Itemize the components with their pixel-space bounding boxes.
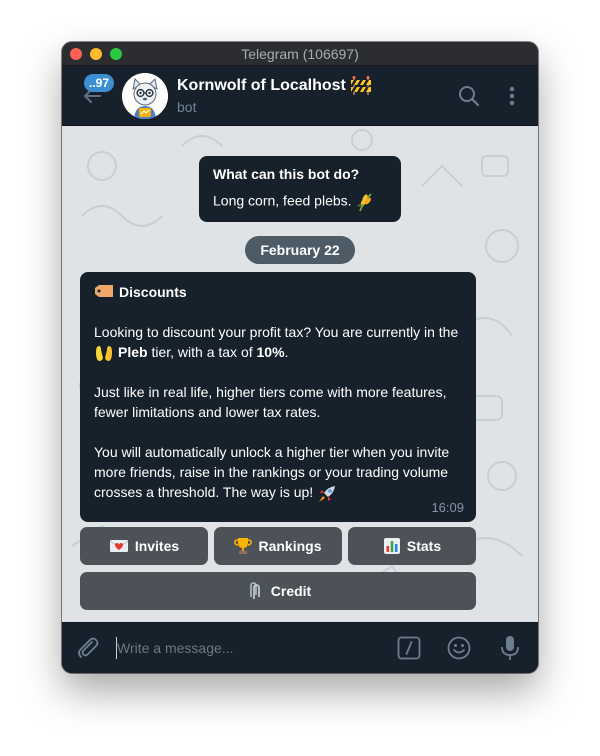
emoji-icon[interactable] <box>447 636 471 660</box>
message-heading-text: Discounts <box>119 284 187 300</box>
bar-chart-icon <box>383 538 400 554</box>
inline-keyboard-row-2: Credit <box>80 572 476 610</box>
search-icon[interactable] <box>458 85 480 107</box>
avatar[interactable] <box>122 73 168 119</box>
credit-button[interactable]: Credit <box>80 572 476 610</box>
chat-name[interactable]: Kornwolf of Localhost <box>177 76 372 96</box>
tier-name: Pleb <box>118 344 148 360</box>
bot-commands-icon[interactable] <box>397 636 421 660</box>
date-separator: February 22 <box>245 236 355 264</box>
microphone-icon[interactable] <box>500 635 520 661</box>
message-time: 16:09 <box>431 500 464 515</box>
love-letter-icon <box>109 540 129 552</box>
message-paragraph-3: You will automatically unlock a higher t… <box>94 442 462 503</box>
title-bar: Telegram (106697) <box>62 42 538 66</box>
message-composer <box>62 622 538 673</box>
bot-description: What can this bot do? Long corn, feed pl… <box>199 156 401 222</box>
bot-description-title: What can this bot do? <box>213 166 360 182</box>
message-heading: Discounts <box>94 282 462 302</box>
open-hands-icon <box>96 346 112 362</box>
bot-description-body: Long corn, feed plebs. <box>213 192 352 209</box>
paperclips-icon <box>249 582 260 599</box>
tax-rate: 10% <box>256 344 285 360</box>
invites-button[interactable]: Invites <box>80 527 208 565</box>
inline-keyboard-row-1: Invites Rankings Stats <box>80 527 476 565</box>
invites-button-label: Invites <box>134 538 180 554</box>
stats-button-label: Stats <box>406 538 442 554</box>
credit-button-label: Credit <box>270 583 312 599</box>
attach-icon[interactable] <box>76 636 100 660</box>
construction-barrier-icon <box>351 76 372 95</box>
message-bubble[interactable]: Discounts Looking to discount your profi… <box>80 272 476 522</box>
message-paragraph-2: Just like in real life, higher tiers com… <box>94 384 447 421</box>
window-title: Telegram (106697) <box>241 46 359 62</box>
telegram-window: Telegram (106697) ..97 Kornwolf of Local… <box>62 42 538 673</box>
rocket-icon <box>319 485 336 502</box>
ticket-icon <box>95 285 113 297</box>
message-text: Looking to discount your profit tax? You… <box>94 324 459 340</box>
more-options-icon[interactable] <box>502 85 522 107</box>
avatar-image <box>122 73 168 119</box>
chat-name-text: Kornwolf of Localhost <box>177 77 346 95</box>
message-text: You will automatically unlock a higher t… <box>94 444 450 501</box>
message-input[interactable] <box>117 636 377 660</box>
unread-badge[interactable]: ..97 <box>84 74 115 92</box>
rankings-button-label: Rankings <box>258 538 322 554</box>
chat-status: bot <box>177 99 197 115</box>
rankings-button[interactable]: Rankings <box>214 527 342 565</box>
chat-area[interactable]: What can this bot do? Long corn, feed pl… <box>62 126 538 622</box>
trophy-icon <box>234 538 253 554</box>
bot-description-text: Long corn, feed plebs. <box>213 192 387 212</box>
stats-button[interactable]: Stats <box>348 527 476 565</box>
message-text: tier, with a tax of <box>147 344 257 360</box>
rice-stalk-icon <box>358 193 373 212</box>
message-paragraph-1: Looking to discount your profit tax? You… <box>94 322 462 362</box>
message-text: . <box>284 344 289 360</box>
chat-header: ..97 Kornwolf of Localhost bot <box>62 66 538 126</box>
